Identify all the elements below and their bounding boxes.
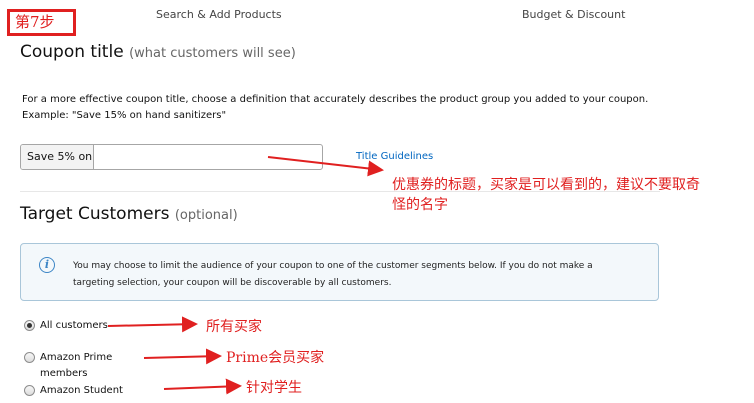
- arrow-prime-note: [143, 348, 222, 365]
- arrow-all-note: [107, 316, 198, 333]
- prime-note: Prime会员买家: [226, 350, 325, 366]
- arrow-student-note: [163, 378, 242, 395]
- student-note: 针对学生: [246, 380, 302, 396]
- title-note-line1: 优惠券的标题，买家是可以看到的，建议不要取奇: [392, 177, 700, 193]
- annotation-arrows: [107, 156, 384, 395]
- arrow-title-note: [267, 156, 384, 177]
- all-customers-note: 所有买家: [206, 319, 262, 335]
- title-note-line2: 怪的名字: [392, 197, 448, 213]
